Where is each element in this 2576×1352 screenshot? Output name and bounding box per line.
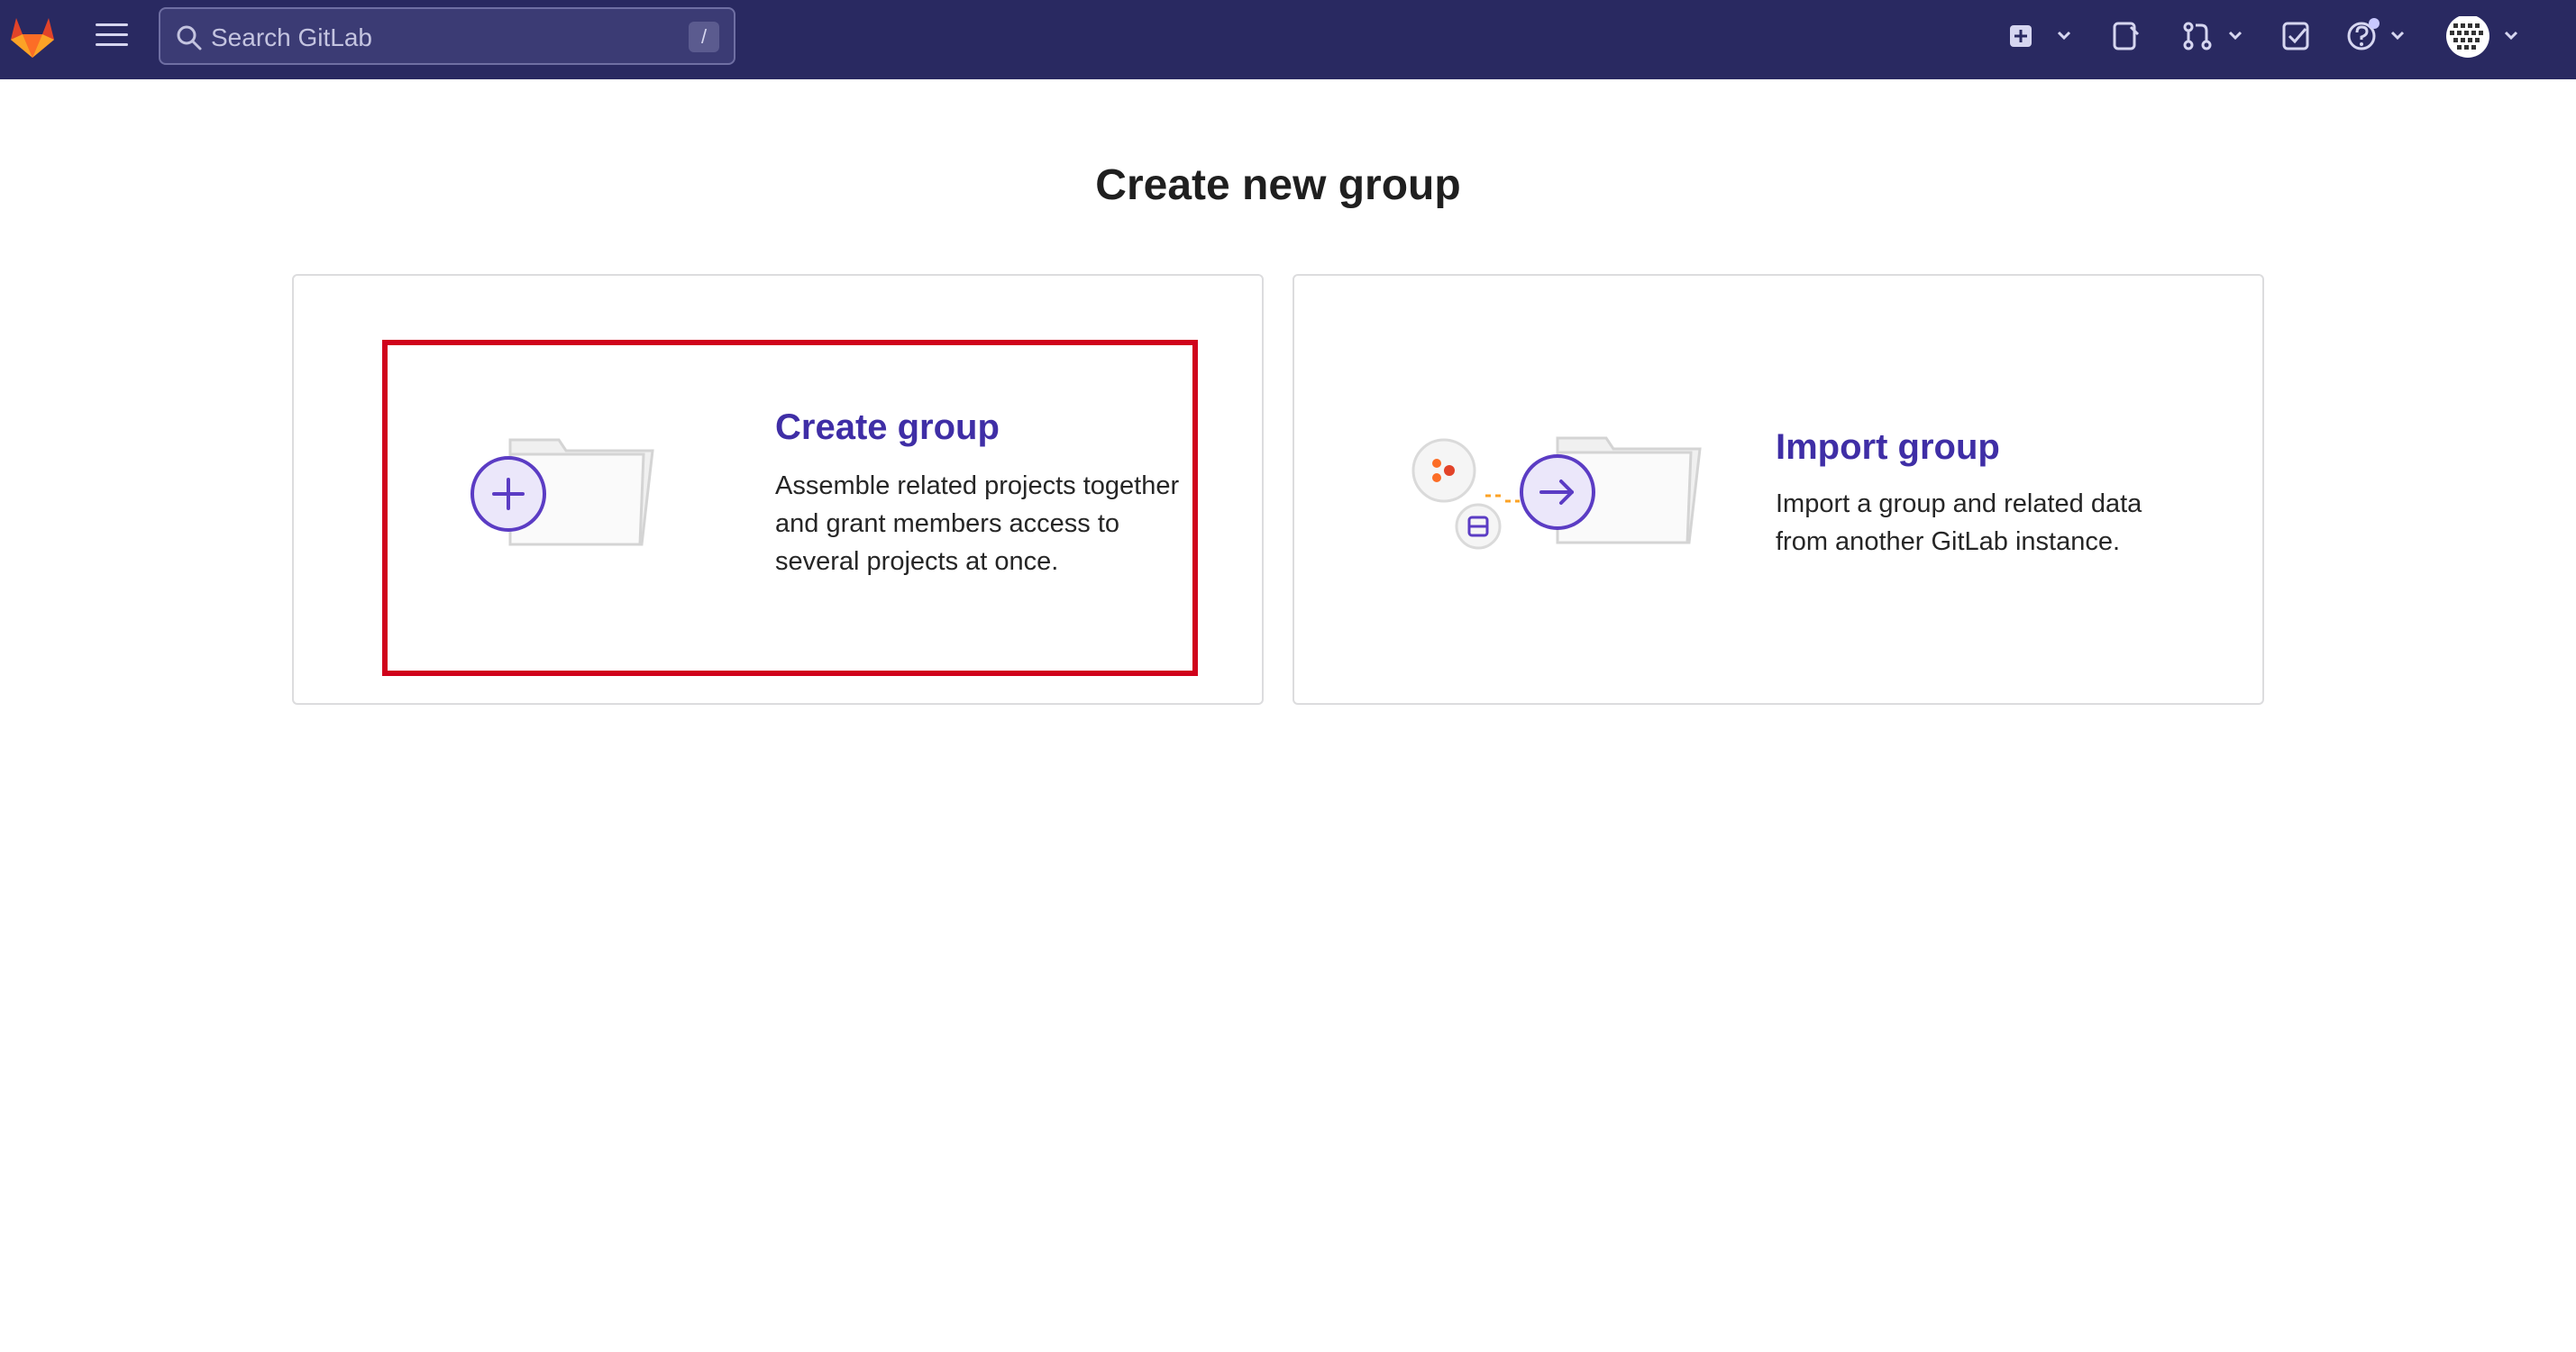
search-shortcut-badge: / — [689, 22, 719, 52]
search-icon — [175, 23, 204, 52]
new-menu-button[interactable] — [2005, 16, 2073, 56]
help-menu-button[interactable] — [2343, 16, 2412, 56]
create-group-illustration-icon — [470, 438, 654, 546]
create-group-card[interactable]: Create group Assemble related projects t… — [292, 274, 1264, 705]
search-input[interactable]: Search GitLab / — [159, 7, 735, 65]
top-navbar: Search GitLab / — [0, 0, 2576, 79]
gitlab-logo-icon[interactable] — [7, 13, 58, 59]
search-placeholder: Search GitLab — [211, 23, 372, 51]
import-group-illustration-icon — [1411, 436, 1702, 550]
todos-icon[interactable] — [2279, 16, 2315, 56]
create-group-description: Assemble related projects together and g… — [775, 471, 1180, 576]
page-title: Create new group — [1095, 161, 1461, 209]
import-group-card[interactable]: Import group Import a group and related … — [1293, 274, 2264, 705]
create-group-title[interactable]: Create group — [775, 407, 1000, 448]
import-group-title[interactable]: Import group — [1776, 427, 2000, 468]
merge-requests-button[interactable] — [2178, 16, 2246, 56]
main-menu-button[interactable] — [96, 23, 128, 50]
import-group-description: Import a group and related data from ano… — [1776, 489, 2142, 556]
user-avatar-menu[interactable] — [2444, 16, 2526, 58]
issues-icon[interactable] — [2107, 16, 2143, 56]
